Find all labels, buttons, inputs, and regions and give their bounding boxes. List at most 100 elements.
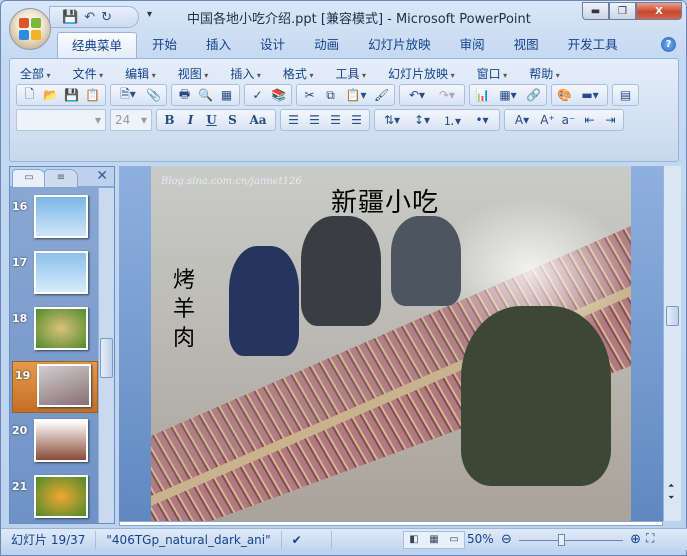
undo-icon[interactable]: ↶▾ — [402, 85, 432, 105]
research-icon[interactable]: 📚 — [268, 85, 289, 105]
pane-scrollbar[interactable] — [98, 188, 114, 523]
redo-icon[interactable]: ↷▾ — [432, 85, 462, 105]
menu-0[interactable]: 全部 — [20, 65, 51, 82]
line-spacing-icon[interactable]: ↕▾ — [407, 110, 437, 130]
menu-9[interactable]: 帮助 — [529, 65, 560, 82]
tab-1[interactable]: 开始 — [138, 32, 191, 59]
help-icon[interactable]: ? — [661, 37, 676, 52]
slide-thumbnail[interactable]: 21 — [10, 473, 98, 525]
align-right-icon[interactable]: ☰ — [325, 110, 346, 130]
zoom-level[interactable]: 50% — [467, 532, 494, 546]
italic-button[interactable]: I — [180, 110, 201, 130]
spelling-icon[interactable]: ✓ — [247, 85, 268, 105]
editor-scrollbar[interactable]: ⏶ ⏷ — [663, 166, 681, 521]
copy-icon[interactable]: ⧉ — [320, 85, 341, 105]
tab-8[interactable]: 开发工具 — [554, 32, 632, 59]
menu-2[interactable]: 编辑 — [125, 65, 156, 82]
new-slide-icon[interactable]: ▤ — [615, 85, 636, 105]
design-icon[interactable]: 🎨 — [554, 85, 575, 105]
menu-7[interactable]: 幻灯片放映 — [388, 65, 455, 82]
slide-thumbnail[interactable]: 16 — [10, 193, 98, 245]
slide-thumbnail[interactable]: 19 — [12, 361, 98, 413]
zoom-slider[interactable]: ⊖ ⊕ — [501, 532, 641, 548]
slide-canvas[interactable]: Blog.sina.com.cn/jannet126 新疆小吃 烤羊肉 — [151, 166, 631, 521]
menu-3[interactable]: 视图 — [178, 65, 209, 82]
slide-thumbnail[interactable]: 20 — [10, 417, 98, 469]
decrease-indent-icon[interactable]: ⇤ — [579, 110, 600, 130]
shrink-font-icon[interactable]: a⁻ — [558, 110, 579, 130]
slide-thumbnail[interactable]: 17 — [10, 249, 98, 301]
tab-5[interactable]: 幻灯片放映 — [354, 32, 445, 59]
hyperlink-icon[interactable]: 🔗 — [523, 85, 544, 105]
tab-0[interactable]: 经典菜单 — [57, 32, 138, 59]
chart-icon[interactable]: 📊 — [472, 85, 493, 105]
customize-qat-button[interactable]: ▾ — [147, 9, 152, 20]
permission-icon[interactable]: 📋 — [82, 85, 103, 105]
close-button[interactable]: X — [636, 2, 682, 20]
font-size-select[interactable]: 24 ▾ — [110, 109, 152, 131]
menu-5[interactable]: 格式 — [283, 65, 314, 82]
open-icon[interactable]: 📂 — [40, 85, 61, 105]
tab-3[interactable]: 设计 — [246, 32, 299, 59]
menu-6[interactable]: 工具 — [335, 65, 366, 82]
tab-2[interactable]: 插入 — [192, 32, 245, 59]
slide-vertical-text[interactable]: 烤羊肉 — [173, 266, 201, 353]
previous-slide-icon[interactable]: ⏶ — [668, 481, 674, 491]
slide-thumbnail[interactable]: 18 — [10, 305, 98, 357]
slide-title[interactable]: 新疆小吃 — [331, 182, 439, 219]
undo-icon[interactable]: ↶ — [84, 10, 95, 25]
horizontal-scrollbar[interactable] — [119, 521, 663, 526]
font-color-icon[interactable]: A▾ — [507, 110, 537, 130]
shadow-button[interactable]: S — [222, 110, 243, 130]
slide-sorter-icon[interactable]: ▦ — [424, 532, 444, 548]
cut-icon[interactable]: ✂ — [299, 85, 320, 105]
print-preview-icon[interactable]: 🔍 — [195, 85, 216, 105]
change-case-button[interactable]: Aa — [243, 110, 273, 130]
font-name-select[interactable]: ▾ — [16, 109, 106, 131]
justify-icon[interactable]: ☰ — [346, 110, 367, 130]
align-center-icon[interactable]: ☰ — [304, 110, 325, 130]
tab-7[interactable]: 视图 — [500, 32, 553, 59]
underline-button[interactable]: U — [201, 110, 222, 130]
editor-scroll-thumb[interactable] — [666, 306, 679, 326]
close-pane-icon[interactable]: ✕ — [96, 168, 108, 184]
bold-button[interactable]: B — [159, 110, 180, 130]
tab-outline[interactable]: ≡ — [44, 169, 78, 187]
maximize-button[interactable]: ❐ — [609, 2, 636, 20]
text-direction-icon[interactable]: ⇅▾ — [377, 110, 407, 130]
save-icon[interactable]: 💾 — [61, 85, 82, 105]
minimize-button[interactable]: ▬ — [582, 2, 609, 20]
color-grayscale-icon[interactable]: ▬▾ — [575, 85, 605, 105]
spelling-check-icon[interactable]: ✔ — [282, 530, 332, 549]
normal-view-icon[interactable]: ◧ — [404, 532, 424, 548]
office-button[interactable] — [9, 8, 51, 50]
print-icon[interactable]: 🖶 — [174, 85, 195, 105]
tab-4[interactable]: 动画 — [300, 32, 353, 59]
delete-slide-icon[interactable]: 🗎▾ — [113, 85, 143, 105]
zoom-in-icon[interactable]: ⊕ — [630, 532, 641, 547]
redo-icon[interactable]: ↻ — [101, 10, 112, 25]
numbering-icon[interactable]: ⒈▾ — [437, 110, 467, 130]
zoom-slider-thumb[interactable] — [557, 534, 565, 546]
menu-4[interactable]: 插入 — [230, 65, 261, 82]
paste-icon[interactable]: 📋▾ — [341, 85, 371, 105]
menu-1[interactable]: 文件 — [73, 65, 104, 82]
new-icon[interactable]: 🗋 — [19, 85, 40, 105]
grow-font-icon[interactable]: A⁺ — [537, 110, 558, 130]
fit-to-window-icon[interactable]: ⛶ — [646, 531, 654, 546]
format-painter-icon[interactable]: 🖌 — [371, 85, 392, 105]
increase-indent-icon[interactable]: ⇥ — [600, 110, 621, 130]
zoom-out-icon[interactable]: ⊖ — [501, 532, 512, 547]
pane-scroll-thumb[interactable] — [100, 338, 113, 378]
tab-6[interactable]: 审阅 — [446, 32, 499, 59]
save-icon[interactable]: 💾 — [62, 10, 78, 25]
menu-8[interactable]: 窗口 — [477, 65, 508, 82]
bullets-icon[interactable]: •▾ — [467, 110, 497, 130]
align-left-icon[interactable]: ☰ — [283, 110, 304, 130]
slideshow-icon[interactable]: ▭ — [444, 532, 464, 548]
insert-table-icon[interactable]: ▦▾ — [493, 85, 523, 105]
table-icon[interactable]: ▦ — [216, 85, 237, 105]
next-slide-icon[interactable]: ⏷ — [668, 493, 674, 503]
tab-slides[interactable]: ▭ — [12, 169, 46, 187]
attach-icon[interactable]: 📎 — [143, 85, 164, 105]
